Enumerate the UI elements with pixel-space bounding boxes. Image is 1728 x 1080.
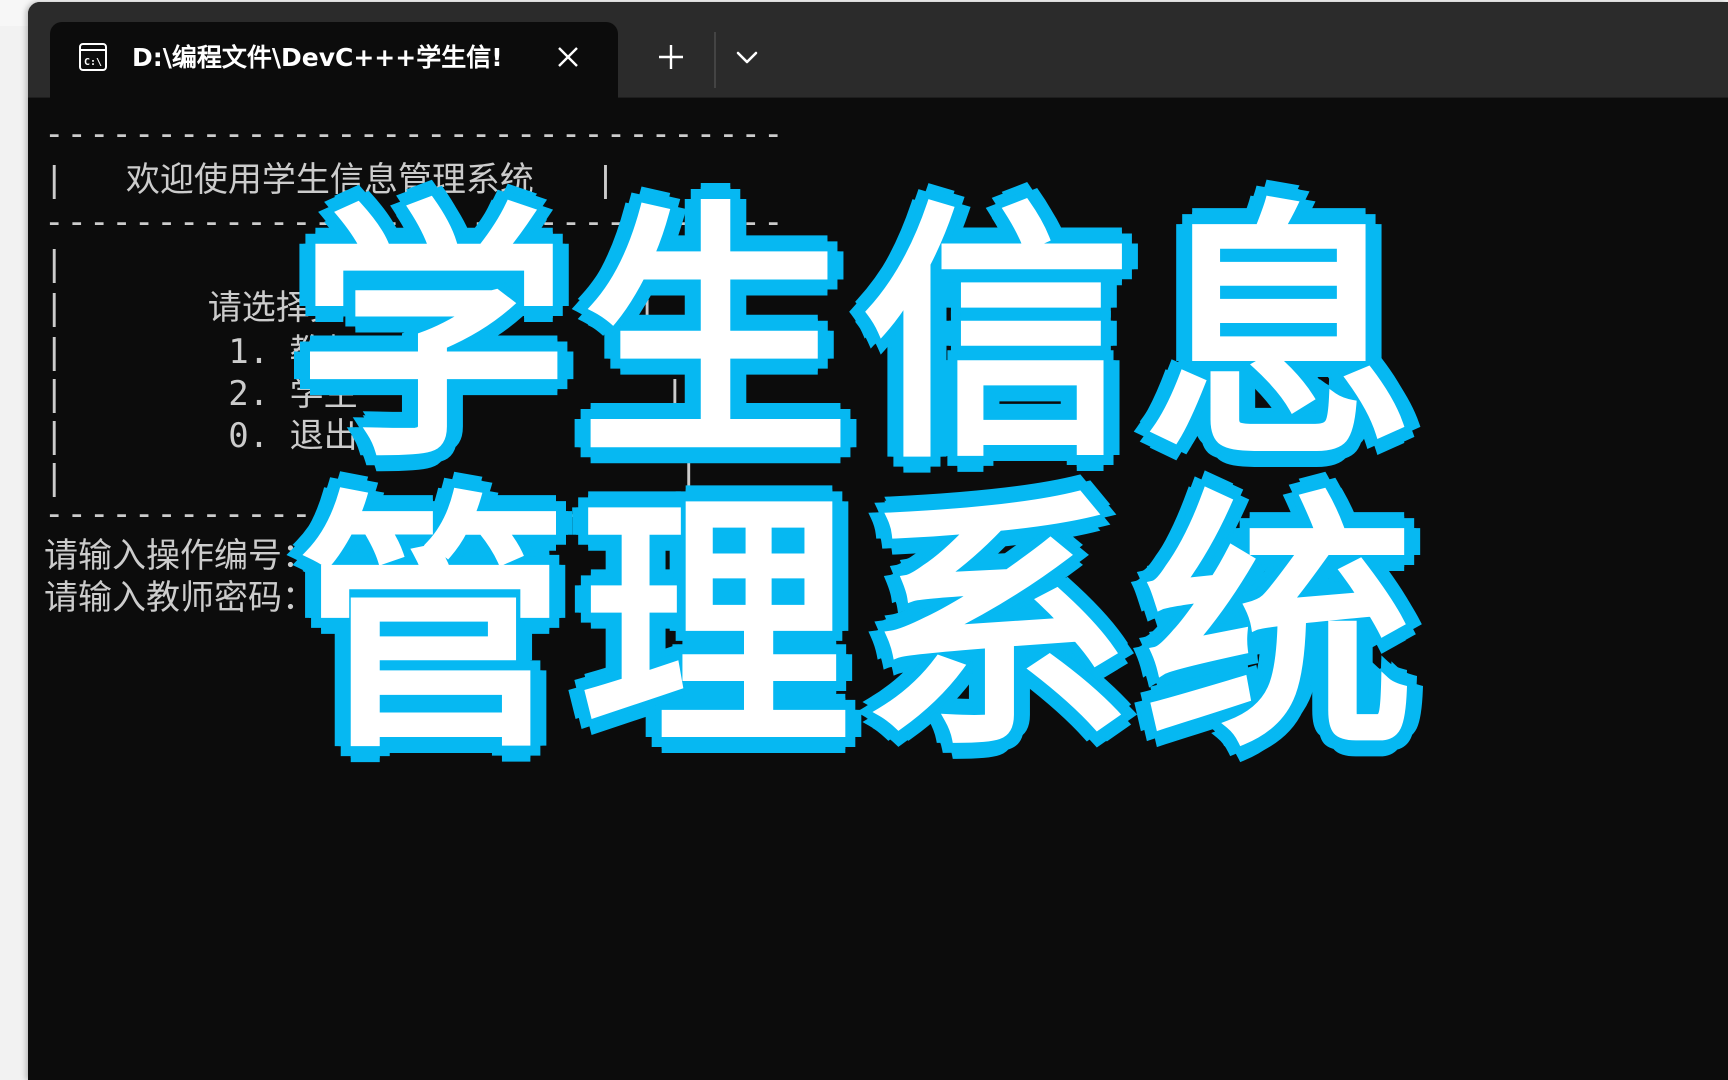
plus-icon xyxy=(659,45,683,69)
terminal-line: 请输入操作编号：1 xyxy=(44,536,337,576)
terminal-line: | 0. 退出 | xyxy=(44,416,686,456)
terminal-line: | 请选择身份： | xyxy=(44,288,658,328)
terminal-line: | 2. 学生 | xyxy=(44,374,686,414)
terminal-window: C:\ D:\编程文件\DevC+++学生信! ----------------… xyxy=(28,2,1728,1080)
screen: C:\ D:\编程文件\DevC+++学生信! ----------------… xyxy=(0,0,1728,1080)
new-tab-button[interactable] xyxy=(654,40,688,74)
tab-bar: C:\ D:\编程文件\DevC+++学生信! xyxy=(28,2,1728,98)
terminal-line: | 欢迎使用学生信息管理系统 | xyxy=(44,160,616,200)
terminal-line: --------------------------------- xyxy=(44,494,786,534)
tab-separator xyxy=(714,32,716,88)
terminal-output[interactable]: --------------------------------- | 欢迎使用… xyxy=(28,98,1728,1080)
terminal-line: --------------------------------- xyxy=(44,202,786,242)
terminal-icon: C:\ xyxy=(79,43,107,71)
profile-dropdown-button[interactable] xyxy=(730,40,764,74)
svg-text:C:\: C:\ xyxy=(84,57,102,68)
terminal-line: | 1. 教师 | xyxy=(44,332,686,372)
terminal-line: --------------------------------- xyxy=(44,114,786,154)
terminal-line: 请输入教师密码： xyxy=(44,578,316,618)
close-tab-button[interactable] xyxy=(553,42,583,72)
terminal-line: | | xyxy=(44,244,700,284)
tab-title: D:\编程文件\DevC+++学生信! xyxy=(132,43,503,72)
close-icon xyxy=(558,47,578,67)
chevron-down-icon xyxy=(736,51,758,64)
